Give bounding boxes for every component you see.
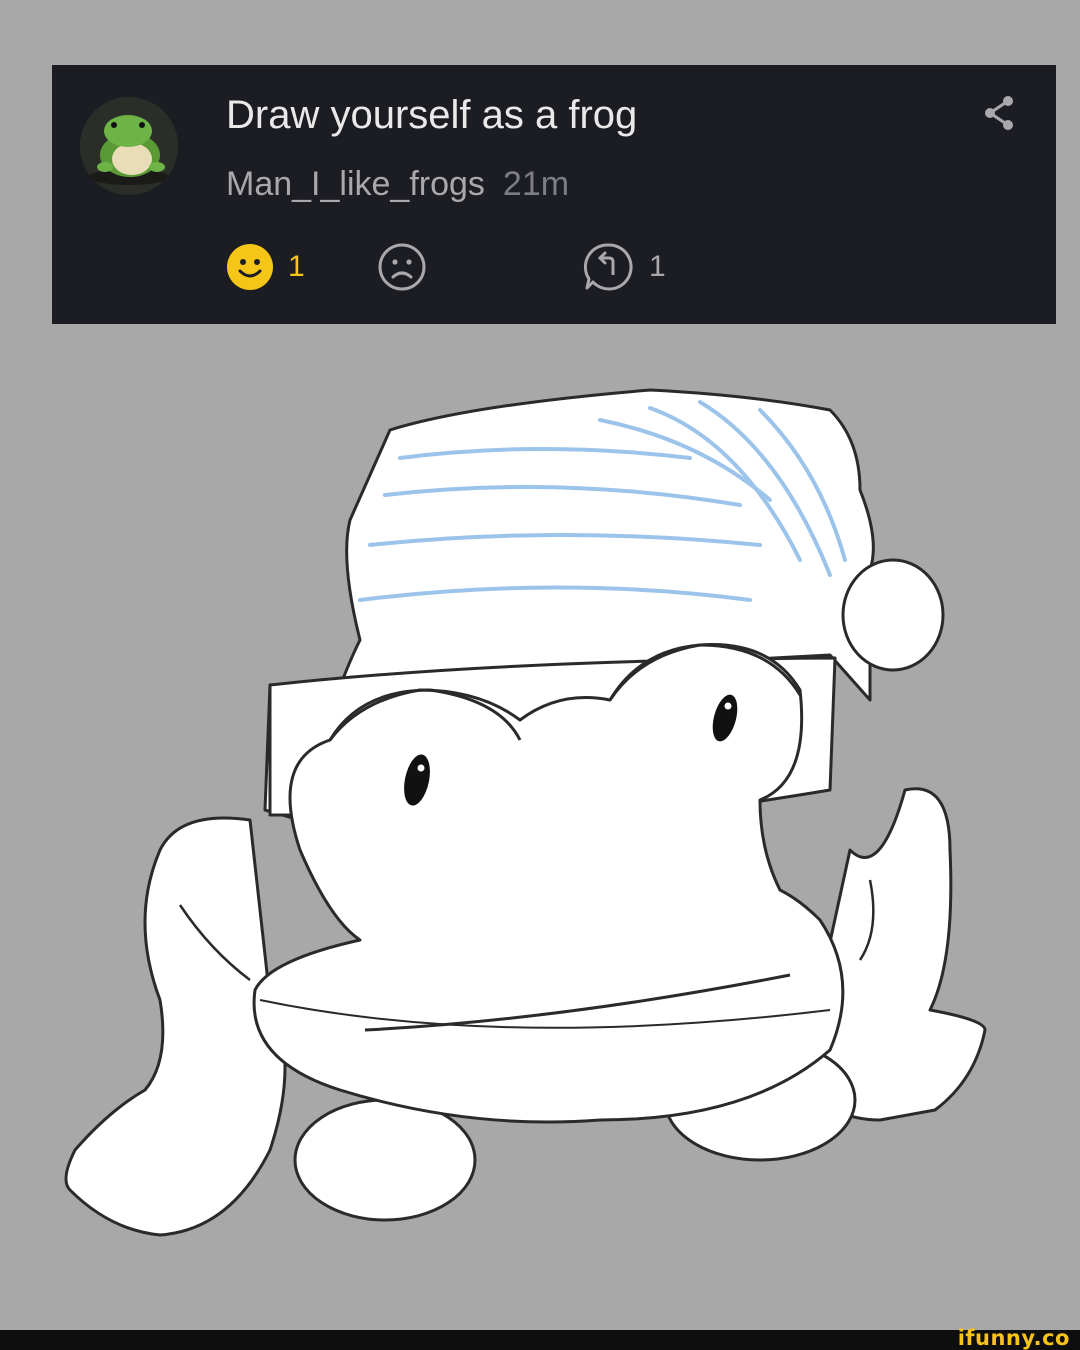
frog-drawing (0, 330, 1080, 1320)
like-button[interactable]: 1 (226, 243, 305, 291)
like-count: 1 (288, 250, 305, 283)
dislike-button[interactable] (377, 243, 427, 291)
smile-icon (227, 244, 273, 290)
post-title: Draw yourself as a frog (226, 93, 638, 137)
frown-icon (378, 243, 426, 291)
comment-card: Draw yourself as a frog Man_I_like_frogs… (52, 65, 1056, 324)
share-icon[interactable] (980, 93, 1018, 133)
post-time: 21m (502, 165, 570, 203)
reply-icon (583, 243, 633, 291)
frog-avatar[interactable] (80, 97, 178, 195)
author-name[interactable]: Man_I_like_frogs (226, 165, 485, 203)
ifunny-watermark[interactable]: ifunny.co (958, 1326, 1070, 1350)
post-meta: Man_I_like_frogs 21m (226, 165, 569, 204)
footer-bar (0, 1330, 1080, 1350)
reply-button[interactable]: 1 (583, 243, 666, 291)
reply-count: 1 (649, 250, 666, 283)
